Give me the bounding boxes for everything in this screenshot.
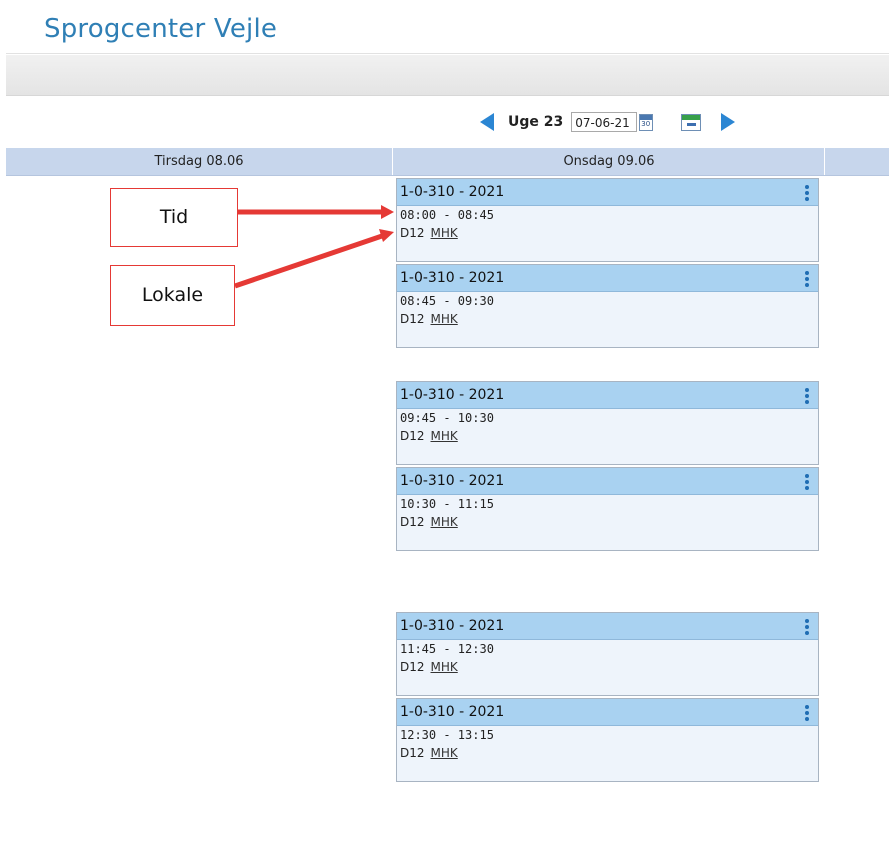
day-header-tuesday: Tirsdag 08.06 bbox=[6, 148, 393, 175]
lesson-card[interactable]: 1-0-310 - 2021 09:45 - 10:30 D12 MHK bbox=[396, 381, 819, 465]
lesson-title: 1-0-310 - 2021 bbox=[397, 699, 818, 726]
lesson-room: D12 bbox=[400, 746, 425, 760]
lesson-title: 1-0-310 - 2021 bbox=[397, 382, 818, 409]
lesson-title-text: 1-0-310 - 2021 bbox=[400, 704, 505, 720]
teacher-link[interactable]: MHK bbox=[431, 312, 458, 326]
site-title[interactable]: Sprogcenter Vejle bbox=[44, 14, 277, 44]
lesson-time: 10:30 - 11:15 bbox=[400, 497, 494, 511]
next-week-arrow-icon[interactable] bbox=[721, 113, 736, 131]
annotation-lokale-box: Lokale bbox=[110, 265, 235, 326]
lesson-room-line: D12 MHK bbox=[397, 429, 818, 443]
lesson-card[interactable]: 1-0-310 - 2021 10:30 - 11:15 D12 MHK bbox=[396, 467, 819, 551]
more-options-icon[interactable] bbox=[805, 619, 809, 637]
teacher-link[interactable]: MHK bbox=[431, 515, 458, 529]
teacher-link[interactable]: MHK bbox=[431, 746, 458, 760]
more-options-icon[interactable] bbox=[805, 474, 809, 492]
toolbar bbox=[6, 55, 889, 96]
day-header-wednesday: Onsdag 09.06 bbox=[394, 148, 825, 175]
lesson-room-line: D12 MHK bbox=[397, 515, 818, 529]
lesson-time: 11:45 - 12:30 bbox=[400, 642, 494, 656]
divider bbox=[6, 53, 889, 54]
lesson-title: 1-0-310 - 2021 bbox=[397, 468, 818, 495]
teacher-link[interactable]: MHK bbox=[431, 226, 458, 240]
lesson-card[interactable]: 1-0-310 - 2021 08:00 - 08:45 D12 MHK bbox=[396, 178, 819, 262]
calendar-picker-icon[interactable]: 30 bbox=[639, 113, 654, 131]
more-options-icon[interactable] bbox=[805, 185, 809, 203]
lesson-title-text: 1-0-310 - 2021 bbox=[400, 270, 505, 286]
lesson-room: D12 bbox=[400, 429, 425, 443]
date-input[interactable]: 07-06-21 bbox=[571, 112, 638, 132]
lesson-room-line: D12 MHK bbox=[397, 312, 818, 326]
lesson-card[interactable]: 1-0-310 - 2021 12:30 - 13:15 D12 MHK bbox=[396, 698, 819, 782]
week-navigation: Uge 23 07-06-21 30 bbox=[480, 108, 736, 136]
more-options-icon[interactable] bbox=[805, 271, 809, 289]
day-header-row: Tirsdag 08.06 Onsdag 09.06 bbox=[6, 148, 889, 176]
lesson-room: D12 bbox=[400, 660, 425, 674]
lesson-room: D12 bbox=[400, 515, 425, 529]
lesson-room-line: D12 MHK bbox=[397, 746, 818, 760]
lesson-room-line: D12 MHK bbox=[397, 226, 818, 240]
more-options-icon[interactable] bbox=[805, 705, 809, 723]
teacher-link[interactable]: MHK bbox=[431, 429, 458, 443]
lesson-title: 1-0-310 - 2021 bbox=[397, 265, 818, 292]
go-to-today-icon[interactable] bbox=[681, 113, 702, 131]
annotation-tid-box: Tid bbox=[110, 188, 238, 247]
teacher-link[interactable]: MHK bbox=[431, 660, 458, 674]
lesson-title: 1-0-310 - 2021 bbox=[397, 179, 818, 206]
lesson-room: D12 bbox=[400, 312, 425, 326]
lesson-room-line: D12 MHK bbox=[397, 660, 818, 674]
week-label: Uge 23 bbox=[508, 114, 564, 130]
lesson-card[interactable]: 1-0-310 - 2021 11:45 - 12:30 D12 MHK bbox=[396, 612, 819, 696]
lesson-time: 12:30 - 13:15 bbox=[400, 728, 494, 742]
lesson-card[interactable]: 1-0-310 - 2021 08:45 - 09:30 D12 MHK bbox=[396, 264, 819, 348]
lesson-room: D12 bbox=[400, 226, 425, 240]
lesson-title: 1-0-310 - 2021 bbox=[397, 613, 818, 640]
calendar-day-number: 30 bbox=[641, 119, 651, 128]
lesson-time: 08:00 - 08:45 bbox=[400, 208, 494, 222]
lesson-title-text: 1-0-310 - 2021 bbox=[400, 618, 505, 634]
lesson-title-text: 1-0-310 - 2021 bbox=[400, 387, 505, 403]
lesson-title-text: 1-0-310 - 2021 bbox=[400, 473, 505, 489]
lesson-time: 09:45 - 10:30 bbox=[400, 411, 494, 425]
lesson-time: 08:45 - 09:30 bbox=[400, 294, 494, 308]
lesson-title-text: 1-0-310 - 2021 bbox=[400, 184, 505, 200]
previous-week-arrow-icon[interactable] bbox=[480, 113, 494, 131]
more-options-icon[interactable] bbox=[805, 388, 809, 406]
